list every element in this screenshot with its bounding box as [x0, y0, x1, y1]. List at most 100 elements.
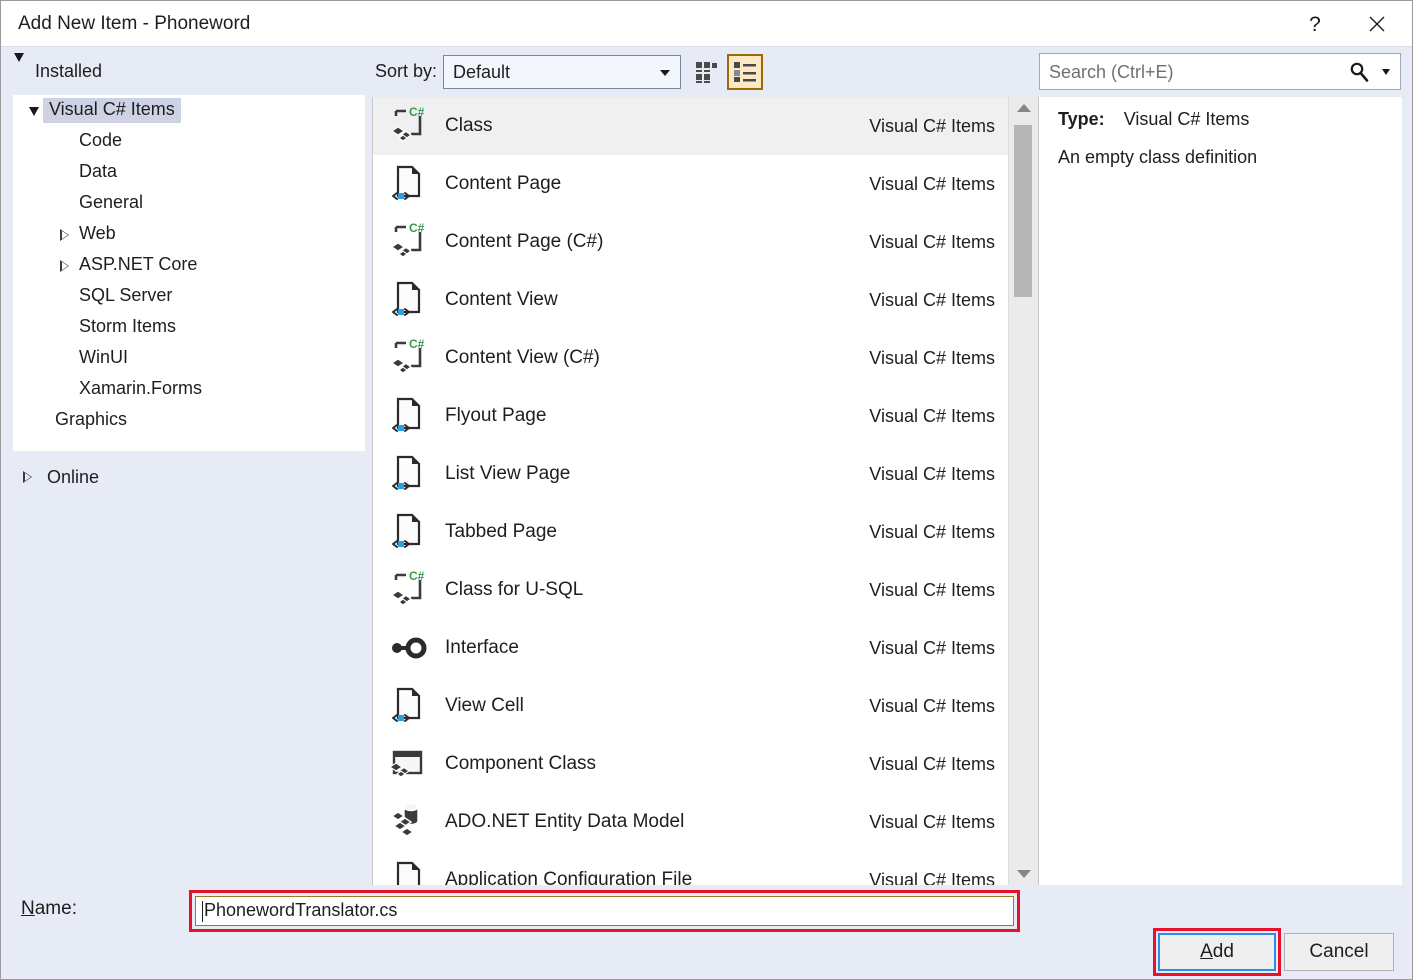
tree-item-data[interactable]: Data	[13, 157, 365, 188]
tree-item-label: Data	[73, 160, 123, 185]
list-item-category: Visual C# Items	[869, 348, 995, 369]
tree-item-general[interactable]: General	[13, 188, 365, 219]
svg-text:C#: C#	[409, 105, 425, 119]
tree-item-code[interactable]: Code	[13, 126, 365, 157]
add-button[interactable]: Add	[1158, 933, 1276, 971]
csharp-class-icon: C#	[385, 221, 431, 263]
tree-item-storm-items[interactable]: Storm Items	[13, 312, 365, 343]
blank-document-icon	[385, 859, 431, 885]
expander-placeholder	[55, 350, 73, 368]
list-item[interactable]: Component Class Visual C# Items	[373, 735, 1009, 793]
triangle-right-icon[interactable]	[18, 468, 36, 486]
name-label: Name:	[21, 898, 77, 920]
list-item-name: Flyout Page	[445, 405, 546, 427]
grid-view-button[interactable]	[689, 54, 725, 90]
help-question-icon: ?	[1309, 14, 1321, 35]
xaml-document-icon	[385, 163, 431, 205]
expander-placeholder	[55, 319, 73, 337]
component-class-icon	[385, 743, 431, 785]
tree-item-web[interactable]: Web	[13, 219, 365, 250]
list-item-category: Visual C# Items	[869, 290, 995, 311]
list-item[interactable]: Flyout Page Visual C# Items	[373, 387, 1009, 445]
scroll-down-button[interactable]	[1009, 863, 1038, 885]
list-item-category: Visual C# Items	[869, 638, 995, 659]
tree-item-label: Storm Items	[73, 315, 182, 340]
add-button-label: Add	[1200, 941, 1234, 963]
list-item[interactable]: Content View Visual C# Items	[373, 271, 1009, 329]
list-item-name: Content Page	[445, 173, 561, 195]
ado-net-entity-icon	[385, 801, 431, 843]
tree-item-aspnet-core[interactable]: ASP.NET Core	[13, 250, 365, 281]
list-item[interactable]: C# Class for U-SQL Visual C# Items	[373, 561, 1009, 619]
svg-text:C#: C#	[409, 569, 425, 583]
expander-placeholder	[55, 164, 73, 182]
list-item-category: Visual C# Items	[869, 870, 995, 886]
expander-placeholder	[31, 412, 49, 430]
xaml-document-icon	[385, 685, 431, 727]
installed-header[interactable]: Installed	[1, 47, 365, 95]
installed-label: Installed	[35, 61, 102, 82]
list-item-category: Visual C# Items	[869, 174, 995, 195]
list-item[interactable]: List View Page Visual C# Items	[373, 445, 1009, 503]
list-item[interactable]: Content Page Visual C# Items	[373, 155, 1009, 213]
xaml-document-icon	[385, 395, 431, 437]
chevron-down-icon	[660, 70, 670, 76]
tree-item-visual-csharp-items[interactable]: Visual C# Items	[13, 95, 365, 126]
list-view-button[interactable]	[727, 54, 763, 90]
list-item-name: Interface	[445, 637, 519, 659]
list-item-name: Class	[445, 115, 493, 137]
tree-item-winui[interactable]: WinUI	[13, 343, 365, 374]
list-item-category: Visual C# Items	[869, 754, 995, 775]
list-scrollbar[interactable]	[1008, 97, 1038, 885]
category-tree[interactable]: Visual C# Items Code Data General Web AS…	[13, 95, 365, 451]
tree-item-sql-server[interactable]: SQL Server	[13, 281, 365, 312]
details-type-label: Type:	[1058, 109, 1105, 129]
template-list-scroll-area: C# Class Visual C# Items	[373, 97, 1009, 885]
list-item-category: Visual C# Items	[869, 406, 995, 427]
tree-item-graphics[interactable]: Graphics	[13, 405, 365, 436]
template-list[interactable]: C# Class Visual C# Items	[372, 97, 1039, 885]
tree-item-online[interactable]: Online	[13, 459, 365, 495]
tree-item-label: WinUI	[73, 346, 134, 371]
scrollbar-thumb[interactable]	[1014, 125, 1032, 297]
name-input[interactable]: PhonewordTranslator.cs	[195, 896, 1014, 926]
sort-by-label: Sort by:	[375, 61, 437, 82]
list-item[interactable]: Tabbed Page Visual C# Items	[373, 503, 1009, 561]
tree-item-label: General	[73, 191, 149, 216]
sort-by-select[interactable]: Default	[443, 55, 681, 89]
triangle-down-icon	[25, 102, 43, 120]
xaml-document-icon	[385, 453, 431, 495]
list-item-name: Component Class	[445, 753, 596, 775]
tree-item-label: Visual C# Items	[43, 98, 181, 123]
list-item-name: Content Page (C#)	[445, 231, 603, 253]
tree-item-xamarin-forms[interactable]: Xamarin.Forms	[13, 374, 365, 405]
list-item[interactable]: Application Configuration File Visual C#…	[373, 851, 1009, 885]
list-item-category: Visual C# Items	[869, 696, 995, 717]
list-item-name: ADO.NET Entity Data Model	[445, 811, 684, 833]
triangle-right-icon[interactable]	[55, 226, 73, 244]
list-item-name: Content View	[445, 289, 558, 311]
details-description: An empty class definition	[1058, 145, 1388, 169]
expander-placeholder	[55, 288, 73, 306]
details-pane: Type: Visual C# Items An empty class def…	[1039, 97, 1402, 885]
close-button[interactable]	[1354, 1, 1400, 47]
list-item[interactable]: C# Content View (C#) Visual C# Items	[373, 329, 1009, 387]
details-type-row: Type: Visual C# Items	[1058, 109, 1249, 130]
triangle-right-icon[interactable]	[55, 257, 73, 275]
search-magnifier-icon[interactable]	[1348, 61, 1370, 83]
list-item[interactable]: View Cell Visual C# Items	[373, 677, 1009, 735]
list-item[interactable]: C# Content Page (C#) Visual C# Items	[373, 213, 1009, 271]
list-item[interactable]: C# Class Visual C# Items	[373, 97, 1009, 155]
search-input[interactable]: Search (Ctrl+E)	[1039, 53, 1401, 90]
expander-placeholder	[55, 133, 73, 151]
xaml-document-icon	[385, 511, 431, 553]
scroll-up-button[interactable]	[1009, 97, 1038, 119]
list-item[interactable]: ADO.NET Entity Data Model Visual C# Item…	[373, 793, 1009, 851]
help-button[interactable]: ?	[1292, 1, 1338, 47]
list-item[interactable]: Interface Visual C# Items	[373, 619, 1009, 677]
list-view-icon	[733, 61, 757, 83]
cancel-button[interactable]: Cancel	[1284, 933, 1394, 971]
grid-view-icon	[695, 61, 719, 83]
chevron-down-icon[interactable]	[1382, 69, 1390, 75]
list-item-category: Visual C# Items	[869, 464, 995, 485]
